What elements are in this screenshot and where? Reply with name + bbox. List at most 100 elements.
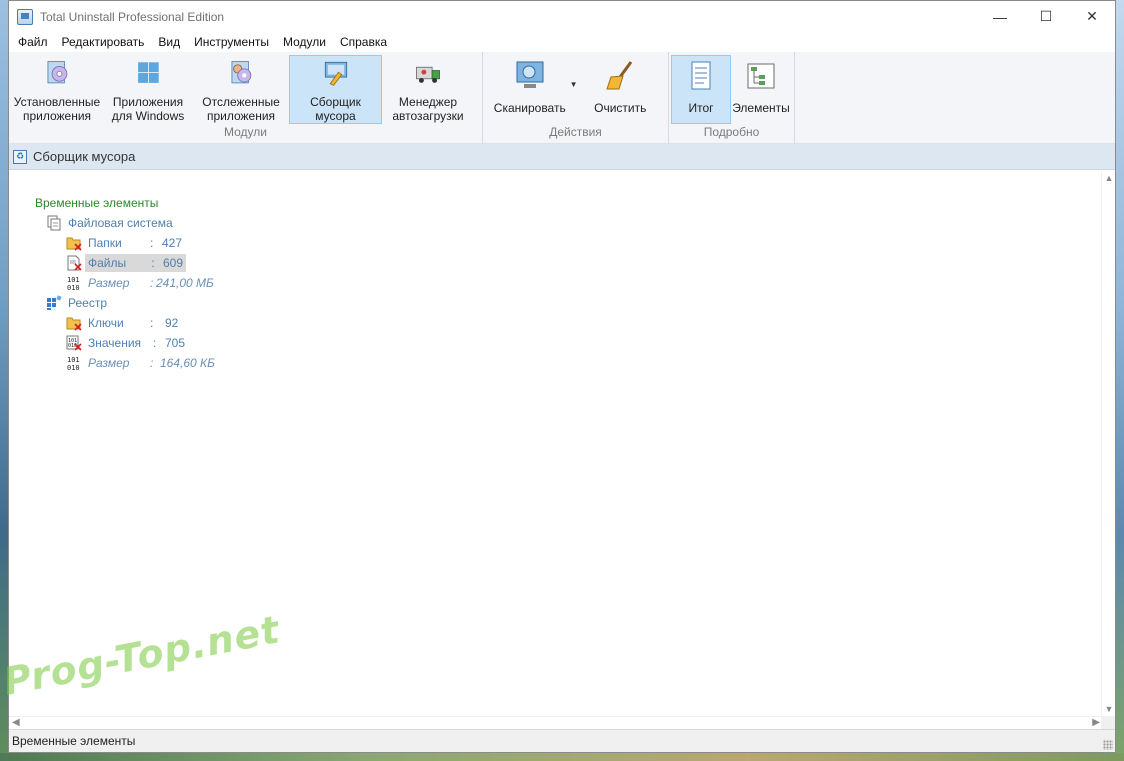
ribbon-group-details: Итог Элементы Подробно <box>669 52 795 144</box>
startup-manager-button[interactable]: Менеджер автозагрузки <box>382 55 474 124</box>
tree-row-keys[interactable]: Ключи : 92 <box>35 313 215 333</box>
horizontal-scrollbar[interactable]: ◀ ▶ <box>9 716 1103 730</box>
menu-tools[interactable]: Инструменты <box>187 32 276 52</box>
summary-button[interactable]: Итог <box>671 55 731 124</box>
elements-icon <box>747 63 775 89</box>
ribbon-toolbar: Установленные приложения Приложения для … <box>9 52 1115 144</box>
tree-row-values[interactable]: 101 010 Значения : 705 <box>35 333 215 353</box>
values-count: 705 <box>165 336 186 350</box>
close-button[interactable]: ✕ <box>1069 1 1115 32</box>
title-bar[interactable]: Total Uninstall Professional Edition — ☐… <box>9 1 1115 32</box>
filesystem-label: Файловая система <box>68 216 173 230</box>
monitored-apps-label-2: приложения <box>206 109 276 123</box>
svg-text:101: 101 <box>67 276 80 284</box>
scroll-right-icon[interactable]: ▶ <box>1092 717 1100 728</box>
desktop-background-right <box>1116 0 1124 761</box>
reg-size-sep: : <box>150 356 154 370</box>
maximize-button[interactable]: ☐ <box>1023 1 1069 32</box>
page-title: Сборщик мусора <box>33 149 136 164</box>
junk-collector-label-2: мусора <box>315 109 356 123</box>
summary-icon <box>691 61 711 90</box>
scan-button[interactable]: Сканировать ▼ <box>485 55 578 124</box>
junk-collector-icon <box>324 61 347 86</box>
scroll-up-icon[interactable]: ▲ <box>1102 173 1116 183</box>
status-bar: Временные элементы <box>9 729 1115 752</box>
file-delete-icon <box>67 255 82 271</box>
tree-node-filesystem[interactable]: Файловая система <box>35 213 215 233</box>
registry-value-delete-icon: 101 010 <box>66 335 82 351</box>
junk-collector-label-1: Сборщик <box>310 95 361 109</box>
reg-size-value: 164,60 КБ <box>160 356 215 370</box>
monitored-apps-button[interactable]: Отслеженные приложения <box>193 55 289 124</box>
recycle-icon: ♻ <box>13 149 27 164</box>
summary-label: Итог <box>688 101 714 115</box>
group-label-modules: Модули <box>224 125 267 139</box>
scroll-down-icon[interactable]: ▼ <box>1102 704 1116 714</box>
windows-apps-icon <box>138 62 159 83</box>
group-label-details: Подробно <box>703 125 760 139</box>
file-system-icon <box>47 215 61 231</box>
installed-apps-icon <box>47 61 68 84</box>
desktop-background-left <box>0 0 8 761</box>
menu-modules[interactable]: Модули <box>276 32 333 52</box>
menu-file[interactable]: Файл <box>11 32 55 52</box>
windows-apps-button[interactable]: Приложения для Windows <box>103 55 193 124</box>
binary-size-icon: 101 010 <box>67 276 80 291</box>
menu-edit[interactable]: Редактировать <box>55 32 152 52</box>
registry-icon <box>47 295 62 310</box>
scan-dropdown-icon[interactable]: ▼ <box>570 78 578 92</box>
clean-button[interactable]: Очистить <box>575 55 667 124</box>
startup-manager-label-1: Менеджер <box>398 95 458 109</box>
elements-button[interactable]: Элементы <box>731 55 791 124</box>
monitored-apps-label-1: Отслеженные <box>202 95 280 109</box>
desktop-background-bottom <box>0 753 1124 761</box>
tree-node-registry[interactable]: Реестр <box>35 293 215 313</box>
clean-label: Очистить <box>594 101 647 115</box>
windows-apps-label-1: Приложения <box>112 95 184 109</box>
installed-apps-label-2: приложения <box>22 109 92 123</box>
svg-text:010: 010 <box>67 364 80 371</box>
menu-help[interactable]: Справка <box>333 32 394 52</box>
ribbon-group-modules: Установленные приложения Приложения для … <box>9 52 483 144</box>
binary-size-icon: 101 010 <box>67 356 80 371</box>
menu-view[interactable]: Вид <box>151 32 187 52</box>
scroll-left-icon[interactable]: ◀ <box>12 717 20 728</box>
fs-size-label: Размер <box>88 276 130 290</box>
scan-label: Сканировать <box>493 101 566 115</box>
reg-size-label: Размер <box>88 356 130 370</box>
group-label-actions: Действия <box>549 125 602 139</box>
resize-grip-icon[interactable] <box>1103 740 1113 750</box>
key-folder-delete-icon <box>66 317 82 331</box>
tree-row-folders[interactable]: Папки : 427 <box>35 233 215 253</box>
folders-count: 427 <box>162 236 183 250</box>
files-count: 609 <box>162 256 183 270</box>
files-sep: : <box>151 256 155 270</box>
tree-row-reg-size[interactable]: 101 010 Размер : 164,60 КБ <box>35 353 215 373</box>
elements-label: Элементы <box>732 101 790 115</box>
status-text: Временные элементы <box>12 734 136 748</box>
installed-apps-button[interactable]: Установленные приложения <box>11 55 103 124</box>
junk-collector-button[interactable]: Сборщик мусора <box>289 55 382 124</box>
keys-label: Ключи <box>88 316 124 330</box>
files-label: Файлы <box>88 256 127 270</box>
folder-delete-icon <box>66 237 82 251</box>
tree-root-temp-items[interactable]: Временные элементы <box>35 193 215 213</box>
minimize-button[interactable]: — <box>977 1 1023 32</box>
tree-row-fs-size[interactable]: 101 010 Размер : 241,00 МБ <box>35 273 215 293</box>
summary-tree: Временные элементы Файловая система Папк… <box>35 193 215 373</box>
broom-icon <box>606 61 633 90</box>
keys-sep: : <box>150 316 154 330</box>
installed-apps-label-1: Установленные <box>13 95 101 109</box>
svg-text:101: 101 <box>67 356 80 364</box>
tree-row-files[interactable]: Файлы : 609 <box>35 253 215 273</box>
monitored-apps-icon <box>231 61 252 84</box>
svg-text:010: 010 <box>67 284 80 291</box>
startup-manager-icon <box>416 66 440 83</box>
windows-apps-label-2: для Windows <box>111 109 185 123</box>
vertical-scrollbar[interactable]: ▲ ▼ <box>1101 171 1115 716</box>
startup-manager-label-2: автозагрузки <box>392 109 464 123</box>
folders-label: Папки <box>88 236 122 250</box>
app-icon <box>17 8 33 25</box>
window-controls: — ☐ ✕ <box>977 1 1115 32</box>
scan-icon <box>516 61 544 88</box>
